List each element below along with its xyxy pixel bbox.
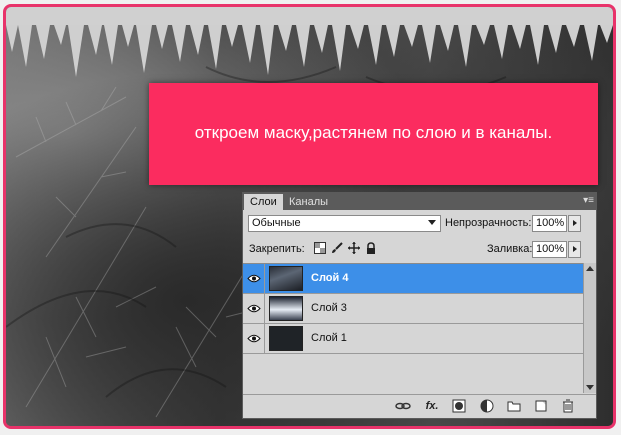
fill-label: Заливка: bbox=[487, 243, 533, 255]
scroll-down-icon[interactable] bbox=[586, 385, 594, 390]
layer-row-1[interactable]: Слой 1 bbox=[243, 324, 584, 354]
visibility-toggle[interactable] bbox=[243, 324, 265, 353]
opacity-input[interactable]: 100% bbox=[532, 215, 567, 232]
layer-name: Слой 4 bbox=[311, 272, 349, 284]
chevron-down-icon bbox=[428, 220, 436, 225]
visibility-toggle[interactable] bbox=[243, 264, 265, 293]
folder-icon[interactable] bbox=[506, 399, 522, 413]
layers-scrollbar[interactable] bbox=[583, 263, 596, 393]
tab-layers[interactable]: Слои bbox=[244, 194, 283, 210]
layer-name: Слой 1 bbox=[311, 332, 347, 344]
new-layer-icon[interactable] bbox=[533, 399, 549, 413]
layer-name: Слой 3 bbox=[311, 302, 347, 314]
scroll-up-icon[interactable] bbox=[586, 266, 594, 271]
lock-fill-row: Закрепить: Заливка: 100% bbox=[243, 238, 596, 262]
caption-text: откроем маску,растянем по слою и в канал… bbox=[194, 123, 553, 142]
fill-input[interactable]: 100% bbox=[532, 241, 567, 258]
layer-row-3[interactable]: Слой 3 bbox=[243, 294, 584, 324]
eye-icon bbox=[246, 274, 261, 283]
layer-thumbnail bbox=[269, 266, 303, 291]
layers-panel: Слои Каналы ▾≡ Обычные Непрозрачность: 1… bbox=[242, 192, 597, 419]
fill-slider-button[interactable] bbox=[568, 241, 581, 258]
visibility-toggle[interactable] bbox=[243, 294, 265, 323]
lock-all-icon[interactable] bbox=[365, 242, 377, 254]
lock-label: Закрепить: bbox=[249, 243, 305, 255]
layers-list: Слой 4 Слой 3 Слой 1 bbox=[243, 263, 584, 394]
eye-icon bbox=[246, 304, 261, 313]
lock-transparency-icon[interactable] bbox=[314, 242, 326, 254]
layer-thumbnail bbox=[269, 326, 303, 351]
blend-mode-select[interactable]: Обычные bbox=[248, 215, 441, 232]
adjustment-icon[interactable] bbox=[479, 399, 495, 413]
panel-menu-icon[interactable]: ▾≡ bbox=[583, 194, 594, 208]
tab-channels[interactable]: Каналы bbox=[283, 194, 331, 210]
eye-icon bbox=[246, 334, 261, 343]
lock-paint-icon[interactable] bbox=[331, 242, 343, 254]
link-icon[interactable] bbox=[395, 399, 411, 413]
icicles-decoration bbox=[6, 7, 613, 77]
panel-tabbar: Слои Каналы ▾≡ bbox=[243, 193, 596, 210]
lock-position-icon[interactable] bbox=[348, 242, 360, 254]
trash-icon[interactable] bbox=[560, 399, 576, 413]
panel-footer: fx. bbox=[243, 394, 596, 418]
opacity-slider-button[interactable] bbox=[568, 215, 581, 232]
blend-mode-value: Обычные bbox=[252, 217, 301, 229]
layer-row-4[interactable]: Слой 4 bbox=[243, 264, 584, 294]
fx-icon[interactable]: fx. bbox=[424, 399, 440, 413]
blend-opacity-row: Обычные Непрозрачность: 100% bbox=[243, 210, 596, 238]
opacity-label: Непрозрачность: bbox=[445, 217, 532, 229]
layer-thumbnail bbox=[269, 296, 303, 321]
mask-icon[interactable] bbox=[451, 399, 467, 413]
caption-banner: откроем маску,растянем по слою и в канал… bbox=[149, 83, 598, 185]
